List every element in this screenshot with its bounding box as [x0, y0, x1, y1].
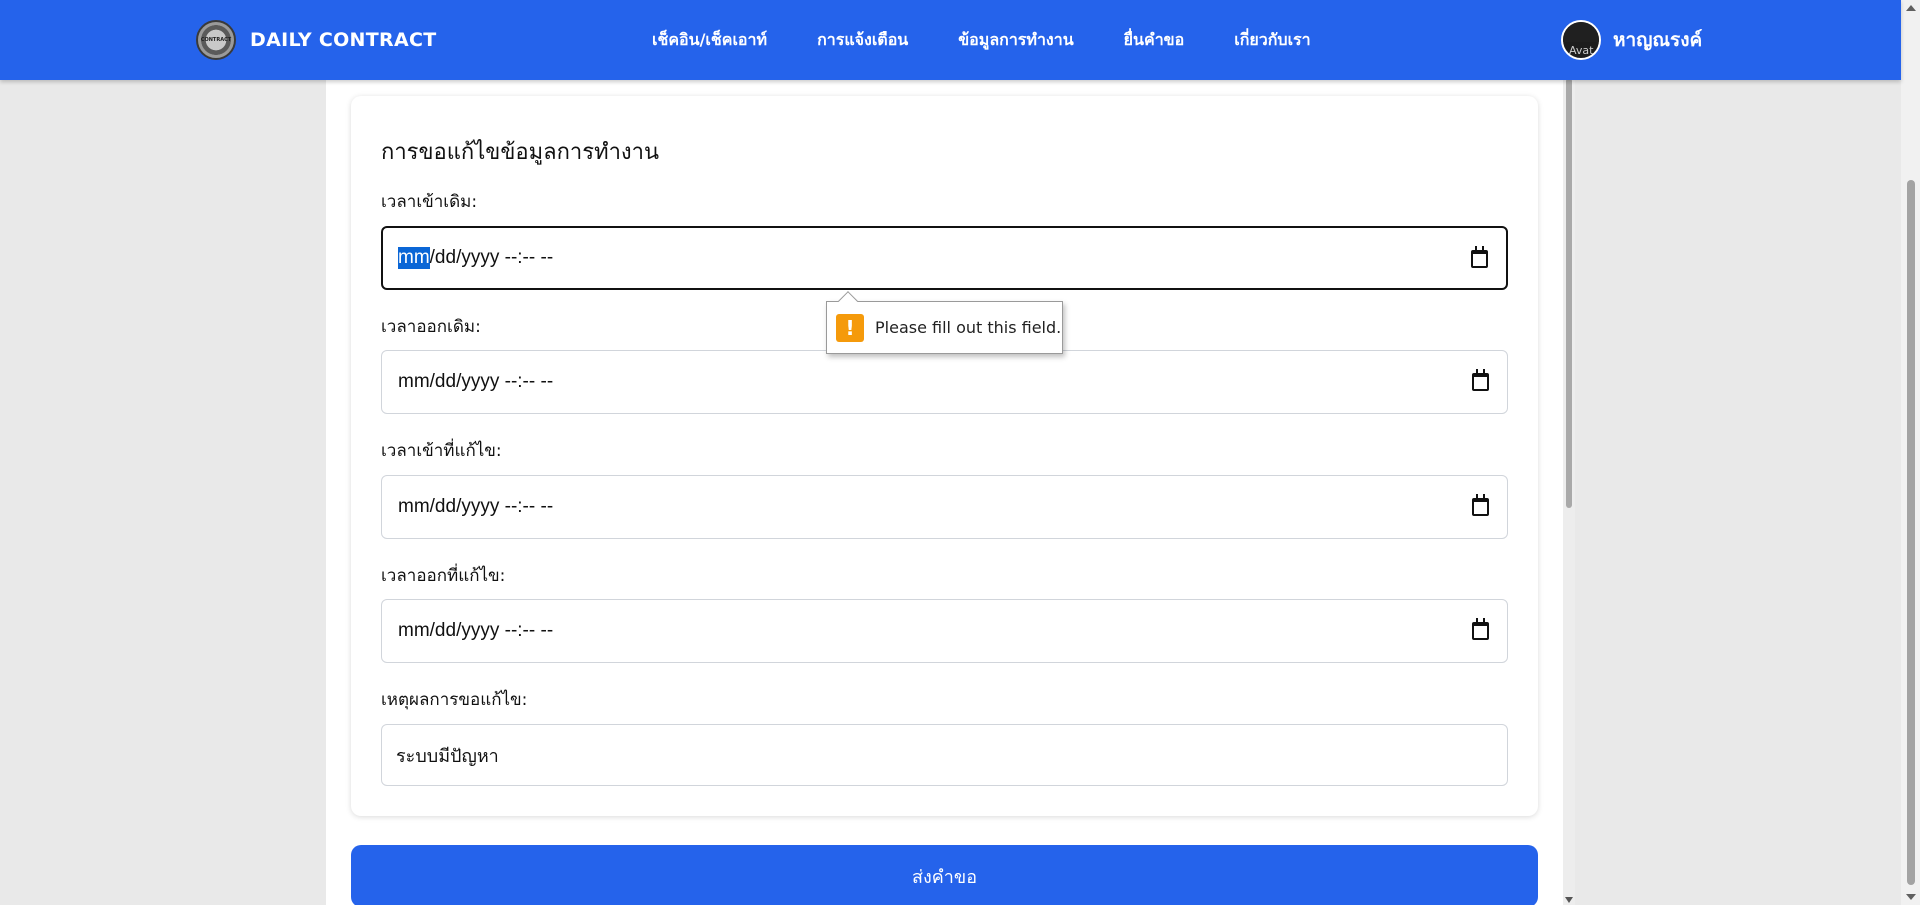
edited-in-datetime-input[interactable]: mm/dd/yyyy --:-- --	[381, 475, 1508, 539]
username: หาญณรงค์	[1613, 29, 1703, 51]
validation-message: Please fill out this field.	[875, 318, 1062, 337]
field-label-reason: เหตุผลการขอแก้ไข:	[381, 690, 528, 710]
brand-logo: CONTRACT	[196, 20, 236, 60]
original-out-datetime-input[interactable]: mm/dd/yyyy --:-- --	[381, 350, 1508, 414]
reason-value: ระบบมีปัญหา	[396, 745, 499, 767]
logo-text: CONTRACT	[200, 37, 232, 43]
calendar-icon[interactable]	[1472, 494, 1489, 516]
nav-links: เช็คอิน/เช็คเอาท์ การแจ้งเตือน ข้อมูลการ…	[652, 0, 1361, 80]
submit-request-button[interactable]: ส่งคำขอ	[351, 845, 1538, 905]
scroll-down-arrow-icon[interactable]	[1565, 897, 1573, 903]
datetime-remaining: /dd/yyyy --:-- --	[429, 247, 554, 268]
scroll-down-arrow-icon[interactable]	[1906, 894, 1916, 900]
validation-tooltip: ! Please fill out this field.	[826, 291, 1063, 354]
brand-title: DAILY CONTRACT	[250, 29, 437, 51]
reason-input[interactable]: ระบบมีปัญหา	[381, 724, 1508, 786]
datetime-value: mm/dd/yyyy --:-- --	[398, 620, 554, 641]
warning-icon: !	[836, 313, 864, 342]
nav-work-data[interactable]: ข้อมูลการทำงาน	[958, 28, 1073, 53]
datetime-value: mm/dd/yyyy --:-- --	[398, 496, 554, 517]
original-in-datetime-input[interactable]: mm/dd/yyyy --:-- --	[381, 226, 1508, 290]
month-segment-selected[interactable]: mm	[398, 247, 430, 269]
scroll-up-arrow-icon[interactable]	[1906, 5, 1916, 11]
calendar-icon[interactable]	[1471, 246, 1488, 268]
brand[interactable]: CONTRACT DAILY CONTRACT	[196, 20, 436, 60]
form-card	[351, 96, 1538, 816]
calendar-icon[interactable]	[1472, 618, 1489, 640]
datetime-value: mm/dd/yyyy --:-- --	[398, 371, 554, 392]
page-scrollbar[interactable]	[1901, 0, 1920, 905]
field-label-edited-in: เวลาเข้าที่แก้ไข:	[381, 441, 502, 461]
calendar-icon[interactable]	[1472, 369, 1489, 391]
inner-scrollbar[interactable]	[1563, 70, 1575, 905]
inner-scrollbar-thumb[interactable]	[1566, 78, 1572, 508]
nav-checkin-checkout[interactable]: เช็คอิน/เช็คเอาท์	[652, 28, 767, 53]
field-label-original-in: เวลาเข้าเดิม:	[381, 192, 478, 212]
nav-notifications[interactable]: การแจ้งเตือน	[817, 28, 908, 53]
nav-about-us[interactable]: เกี่ยวกับเรา	[1234, 28, 1310, 53]
nav-submit-request[interactable]: ยื่นคำขอ	[1124, 28, 1185, 53]
form-title: การขอแก้ไขข้อมูลการทำงาน	[381, 140, 660, 165]
user-menu[interactable]: Avat หาญณรงค์	[1561, 20, 1702, 60]
avatar-alt-text: Avat	[1569, 44, 1594, 57]
field-label-edited-out: เวลาออกที่แก้ไข:	[381, 566, 506, 586]
edited-out-datetime-input[interactable]: mm/dd/yyyy --:-- --	[381, 599, 1508, 663]
avatar: Avat	[1561, 20, 1601, 60]
page-scrollbar-thumb[interactable]	[1907, 180, 1915, 885]
field-label-original-out: เวลาออกเดิม:	[381, 317, 481, 337]
top-navbar: CONTRACT DAILY CONTRACT เช็คอิน/เช็คเอาท…	[0, 0, 1901, 80]
